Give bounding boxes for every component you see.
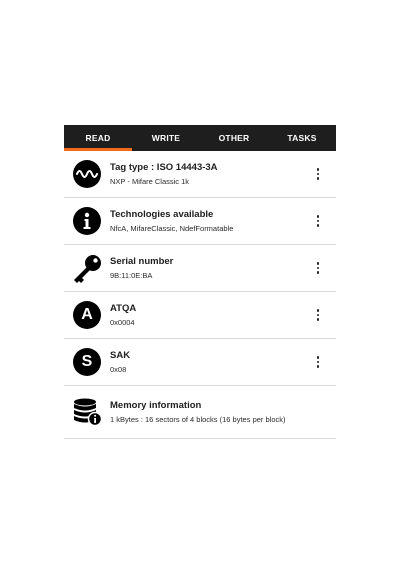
wave-icon — [73, 160, 101, 188]
tag-info-list: Tag type : ISO 14443-3A NXP - Mifare Cla… — [64, 151, 336, 439]
tab-bar: READ WRITE OTHER TASKS — [64, 125, 336, 151]
more-options-icon[interactable] — [300, 262, 336, 274]
tab-read[interactable]: READ — [64, 125, 132, 151]
item-subtitle: NXP - Mifare Classic 1k — [110, 177, 190, 186]
item-title: Serial number — [110, 256, 174, 267]
app-container: READ WRITE OTHER TASKS Tag type : ISO 14… — [64, 125, 336, 439]
more-options-icon[interactable] — [300, 309, 336, 321]
list-item-technologies[interactable]: Technologies available NfcA, MifareClass… — [64, 198, 336, 245]
item-subtitle: 0x0004 — [110, 318, 135, 327]
tab-other[interactable]: OTHER — [200, 125, 268, 151]
list-item-serial-number[interactable]: Serial number 9B:11:0E:BA — [64, 245, 336, 292]
letter-s-icon: S — [73, 348, 101, 376]
more-options-icon[interactable] — [300, 356, 336, 368]
more-options-icon[interactable] — [300, 215, 336, 227]
key-icon — [74, 255, 101, 283]
item-subtitle: 0x08 — [110, 365, 127, 374]
more-options-icon[interactable] — [300, 168, 336, 180]
item-subtitle: 9B:11:0E:BA — [110, 271, 153, 280]
tab-write[interactable]: WRITE — [132, 125, 200, 151]
tab-tasks[interactable]: TASKS — [268, 125, 336, 151]
item-title: Memory information — [110, 400, 202, 411]
list-item-atqa[interactable]: A ATQA 0x0004 — [64, 292, 336, 339]
item-subtitle: 1 kBytes : 16 sectors of 4 blocks (16 by… — [110, 415, 286, 424]
item-subtitle: NfcA, MifareClassic, NdefFormatable — [110, 224, 234, 233]
database-info-icon — [74, 398, 102, 427]
list-item-memory-information[interactable]: Memory information 1 kBytes : 16 sectors… — [64, 386, 336, 439]
item-title: SAK — [110, 350, 131, 361]
item-title: Tag type : ISO 14443-3A — [110, 162, 218, 173]
item-title: ATQA — [110, 303, 137, 314]
list-item-sak[interactable]: S SAK 0x08 — [64, 339, 336, 386]
item-title: Technologies available — [110, 209, 214, 220]
info-icon — [73, 207, 101, 235]
list-item-tag-type[interactable]: Tag type : ISO 14443-3A NXP - Mifare Cla… — [64, 151, 336, 198]
letter-a-icon: A — [73, 301, 101, 329]
